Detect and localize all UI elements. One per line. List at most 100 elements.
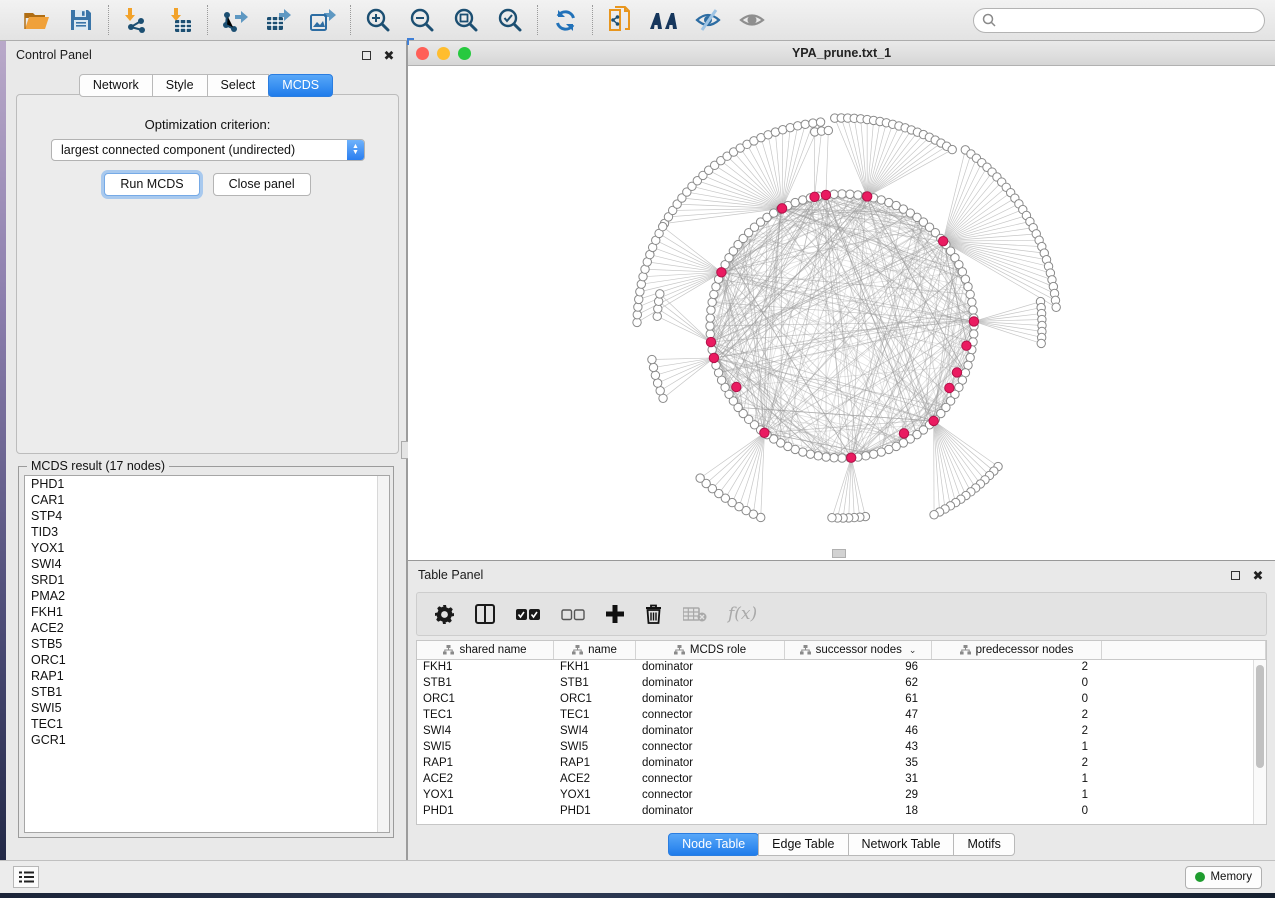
export-table-icon[interactable] [264,5,294,35]
table-scrollbar[interactable] [1253,660,1266,824]
network-node[interactable] [809,119,817,127]
mcds-node[interactable] [732,382,741,391]
open-file-icon[interactable] [22,5,52,35]
network-node[interactable] [635,295,643,303]
mcds-result-item[interactable]: TID3 [25,524,389,540]
mcds-result-item[interactable]: CAR1 [25,492,389,508]
mcds-node[interactable] [717,268,726,277]
table-cell[interactable]: 18 [785,804,932,820]
table-cell[interactable]: ORC1 [417,692,554,708]
table-cell[interactable]: 1 [932,788,1102,804]
network-node[interactable] [706,330,714,338]
table-cell[interactable]: connector [636,788,785,804]
table-cell[interactable]: FKH1 [417,660,554,676]
table-cell[interactable]: YOX1 [554,788,636,804]
mcds-node[interactable] [862,192,871,201]
mcds-result-item[interactable]: STB1 [25,684,389,700]
table-cell[interactable]: STB1 [554,676,636,692]
network-node[interactable] [706,322,714,330]
show-all-icon[interactable] [737,5,767,35]
table-cell[interactable]: 29 [785,788,932,804]
table-cell[interactable]: 2 [932,660,1102,676]
table-cell[interactable]: 96 [785,660,932,676]
network-node[interactable] [877,448,885,456]
table-cell[interactable]: 0 [932,804,1102,820]
network-node[interactable] [659,222,667,230]
memory-button[interactable]: Memory [1185,866,1262,889]
mcds-result-item[interactable]: PHD1 [25,476,389,492]
table-cell[interactable]: 2 [932,756,1102,772]
table-cell[interactable]: ACE2 [417,772,554,788]
table-cell[interactable]: 0 [932,676,1102,692]
table-cell[interactable]: connector [636,708,785,724]
table-cell[interactable]: SWI5 [554,740,636,756]
mcds-list-scrollbar[interactable] [377,476,389,832]
network-node[interactable] [846,190,854,198]
table-cell[interactable]: 46 [785,724,932,740]
network-node[interactable] [696,474,704,482]
mcds-node[interactable] [969,317,978,326]
table-row[interactable]: TEC1TEC1connector472 [417,708,1266,724]
network-node[interactable] [653,379,661,387]
network-node[interactable] [656,387,664,395]
export-image-icon[interactable] [308,5,338,35]
network-node[interactable] [656,290,664,298]
table-row[interactable]: STB1STB1dominator620 [417,676,1266,692]
search-box[interactable] [973,8,1265,33]
mcds-result-item[interactable]: ACE2 [25,620,389,636]
mcds-result-item[interactable]: SWI5 [25,700,389,716]
mcds-node[interactable] [938,236,947,245]
mcds-node[interactable] [847,453,856,462]
export-network-icon[interactable] [220,5,250,35]
table-cell[interactable]: 35 [785,756,932,772]
criterion-select[interactable]: largest connected component (undirected)… [51,139,365,161]
zoom-in-icon[interactable] [363,5,393,35]
mcds-result-item[interactable]: SWI4 [25,556,389,572]
import-network-icon[interactable] [121,5,151,35]
table-cell[interactable]: 31 [785,772,932,788]
table-settings-gear-icon[interactable] [435,605,454,624]
mcds-node[interactable] [810,192,819,201]
table-cell[interactable]: PHD1 [417,804,554,820]
network-node[interactable] [930,511,938,519]
table-panel-close-button[interactable]: ✖ [1251,568,1265,582]
mcds-node[interactable] [821,190,830,199]
network-node[interactable] [964,283,972,291]
mcds-result-item[interactable]: STP4 [25,508,389,524]
network-node[interactable] [968,298,976,306]
table-cell[interactable]: dominator [636,724,785,740]
mcds-result-item[interactable]: STB5 [25,636,389,652]
network-node[interactable] [708,298,716,306]
network-node[interactable] [828,514,836,522]
refresh-icon[interactable] [550,5,580,35]
network-node[interactable] [816,118,824,126]
table-cell[interactable]: dominator [636,804,785,820]
network-node[interactable] [838,454,846,462]
run-mcds-button[interactable]: Run MCDS [104,173,199,196]
network-window-titlebar[interactable]: YPA_prune.txt_1 [408,41,1275,66]
table-cell[interactable]: RAP1 [417,756,554,772]
table-cell[interactable]: connector [636,772,785,788]
mcds-node[interactable] [706,337,715,346]
network-node[interactable] [838,190,846,198]
column-header-name[interactable]: name [554,641,636,659]
zoom-selected-icon[interactable] [495,5,525,35]
network-node[interactable] [634,303,642,311]
table-cell[interactable]: 1 [932,740,1102,756]
table-cell[interactable]: TEC1 [417,708,554,724]
table-cell[interactable]: 1 [932,772,1102,788]
network-node[interactable] [854,191,862,199]
mcds-node[interactable] [760,428,769,437]
network-node[interactable] [648,355,656,363]
control-panel-float-button[interactable] [359,48,373,62]
network-node[interactable] [830,190,838,198]
add-column-icon[interactable] [606,605,624,623]
column-header-shared-name[interactable]: shared name [417,641,554,659]
table-cell[interactable]: SWI4 [554,724,636,740]
deselect-all-icon[interactable] [561,608,585,621]
table-row[interactable]: ORC1ORC1dominator610 [417,692,1266,708]
copy-style-icon[interactable] [605,5,635,35]
mcds-node[interactable] [929,416,938,425]
network-node[interactable] [707,306,715,314]
search-neighbors-icon[interactable] [649,5,679,35]
